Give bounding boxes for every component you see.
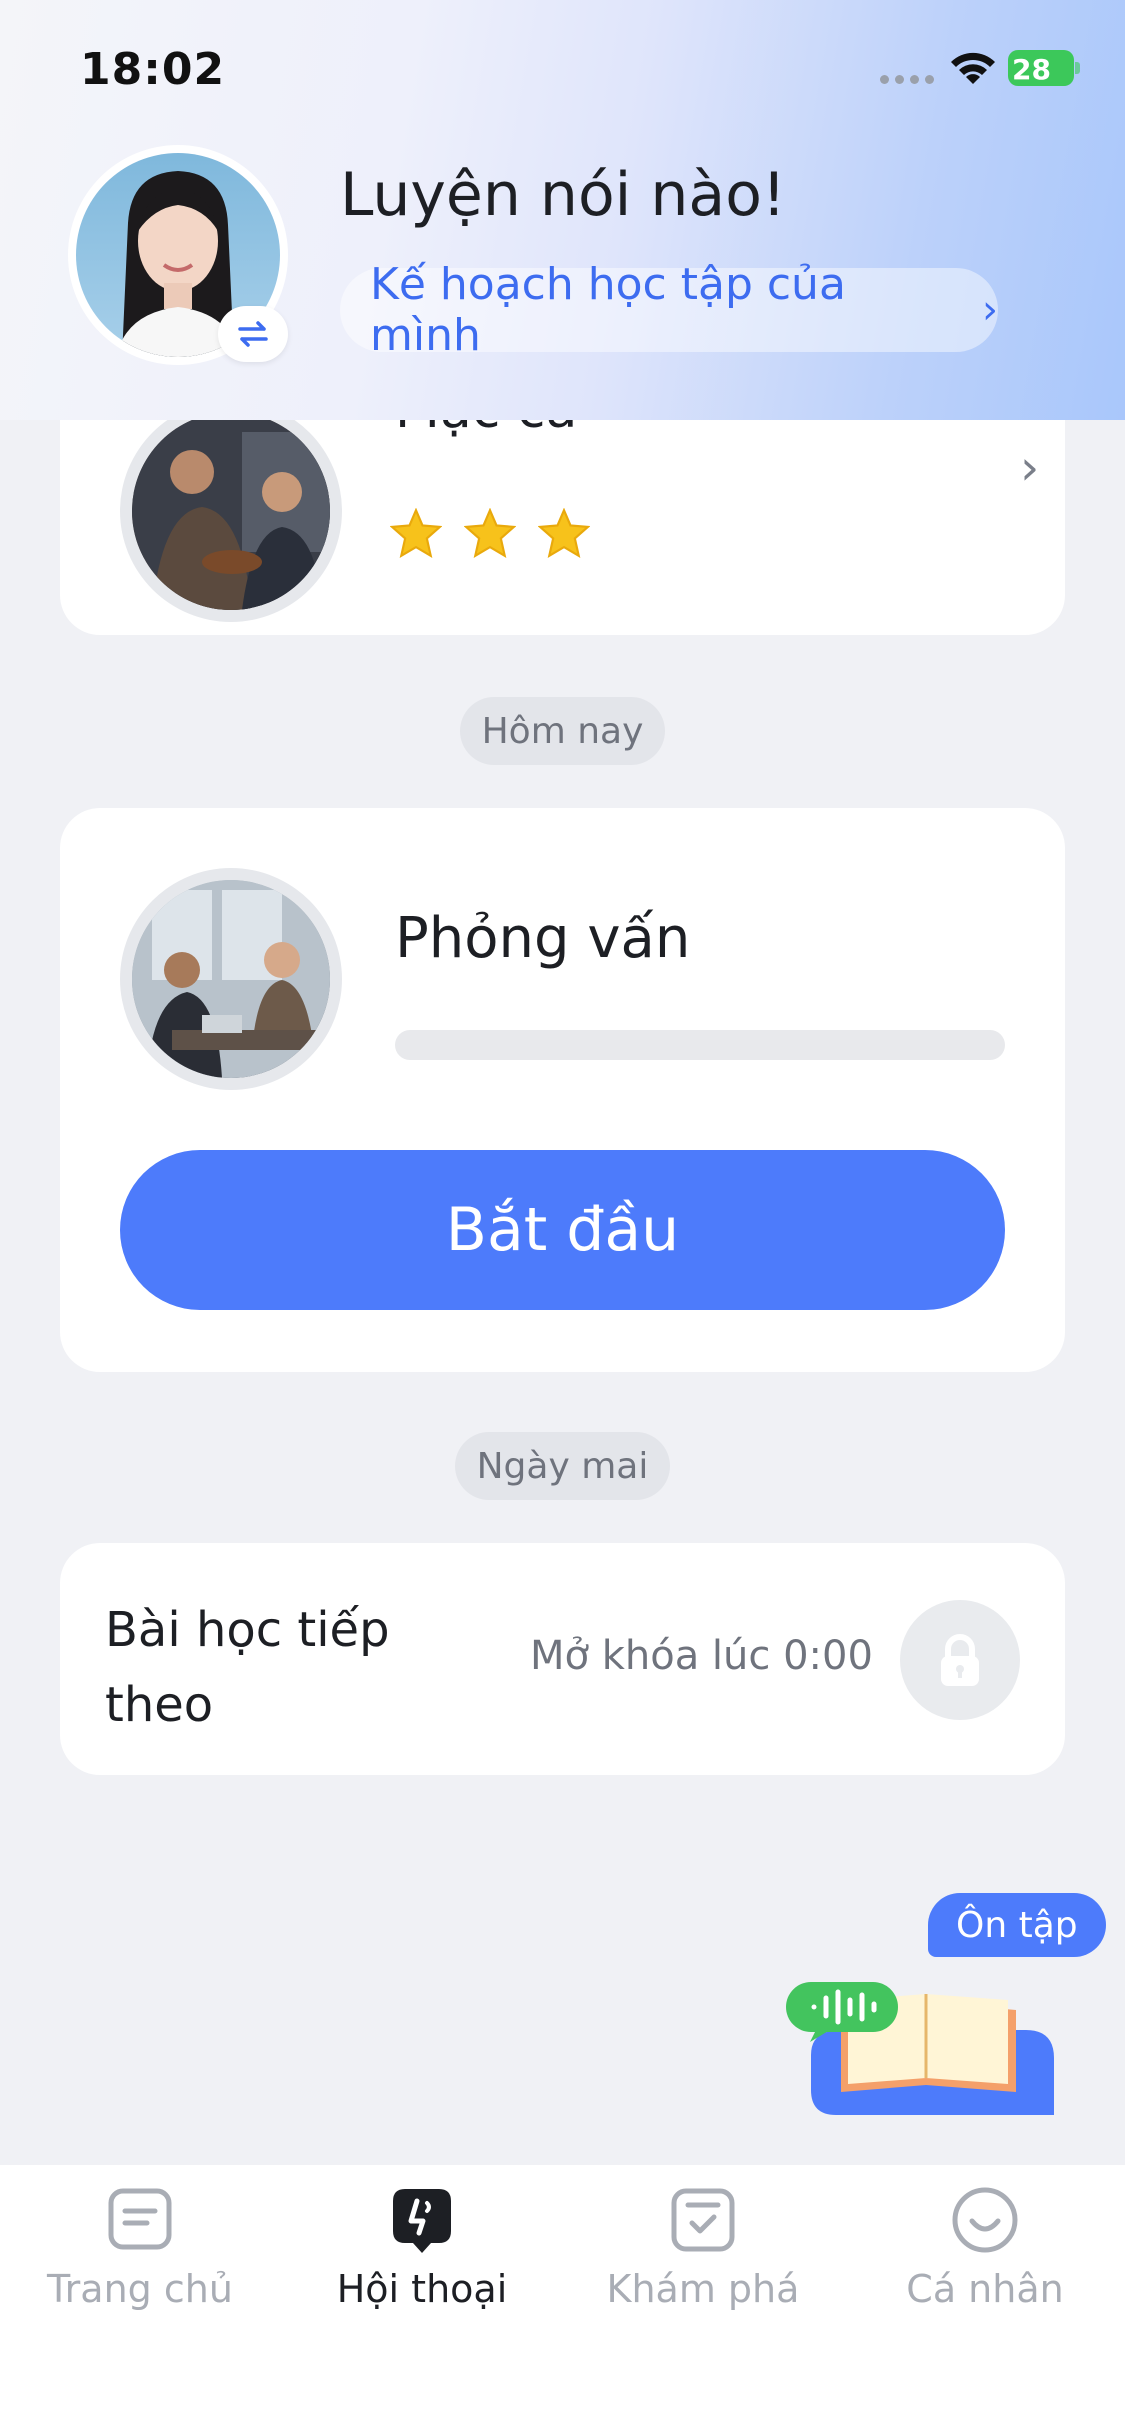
- review-book-icon[interactable]: [786, 1980, 1056, 2115]
- star-icon: [538, 508, 590, 558]
- explore-check-icon: [671, 2188, 735, 2252]
- chat-bubble-icon: [393, 2189, 451, 2253]
- swap-arrows-icon: [238, 321, 268, 347]
- bottom-tab-bar: Trang chủ Hội thoại Khám phá Cá nhân: [0, 2165, 1125, 2436]
- tab-label: Hội thoại: [336, 2267, 508, 2311]
- next-lesson-card: Bài học tiếp theo Mở khóa lúc 0:00: [60, 1543, 1065, 1775]
- lesson-progress-bar: [395, 1030, 1005, 1060]
- page-title: Luyện nói nào!: [340, 160, 786, 230]
- tab-conversation[interactable]: Hội thoại: [282, 2185, 562, 2311]
- battery-icon: 28: [1008, 50, 1080, 86]
- review-label[interactable]: Ôn tập: [928, 1893, 1106, 1957]
- home-doc-icon: [108, 2188, 172, 2250]
- tab-profile[interactable]: Cá nhân: [845, 2185, 1125, 2311]
- star-rating: [390, 508, 590, 558]
- lesson-thumbnail: [120, 420, 342, 622]
- switch-avatar-button[interactable]: [218, 306, 288, 362]
- tab-explore[interactable]: Khám phá: [563, 2185, 843, 2311]
- tab-label: Cá nhân: [906, 2267, 1064, 2311]
- unlock-time: Mở khóa lúc 0:00: [530, 1633, 873, 1679]
- today-lesson-card: Phỏng vấn Bắt đầu: [60, 808, 1065, 1372]
- lesson-title: Mặc cả: [395, 420, 577, 440]
- chevron-right-icon: ›: [1020, 440, 1040, 496]
- star-icon: [390, 508, 442, 558]
- lesson-thumbnail: [120, 868, 342, 1090]
- battery-level: 28: [1012, 53, 1051, 86]
- start-button[interactable]: Bắt đầu: [120, 1150, 1005, 1310]
- tab-home[interactable]: Trang chủ: [0, 2185, 280, 2311]
- wifi-icon: [951, 52, 995, 84]
- chevron-right-icon: ›: [982, 287, 998, 333]
- signal-icon: [880, 75, 934, 84]
- study-plan-link[interactable]: Kế hoạch học tập của mình ›: [340, 259, 998, 361]
- tomorrow-label: Ngày mai: [455, 1432, 670, 1500]
- previous-lesson-card[interactable]: Mặc cả ›: [60, 420, 1065, 635]
- today-label: Hôm nay: [460, 697, 665, 765]
- tab-label: Trang chủ: [47, 2267, 233, 2311]
- tab-label: Khám phá: [606, 2267, 800, 2311]
- smile-profile-icon: [952, 2187, 1018, 2253]
- study-plan-label: Kế hoạch học tập của mình: [370, 259, 846, 361]
- status-time: 18:02: [80, 44, 226, 95]
- star-icon: [464, 508, 516, 558]
- lesson-title: Bài học tiếp theo: [105, 1602, 390, 1733]
- lesson-title: Phỏng vấn: [395, 906, 691, 971]
- lock-icon: [900, 1600, 1020, 1720]
